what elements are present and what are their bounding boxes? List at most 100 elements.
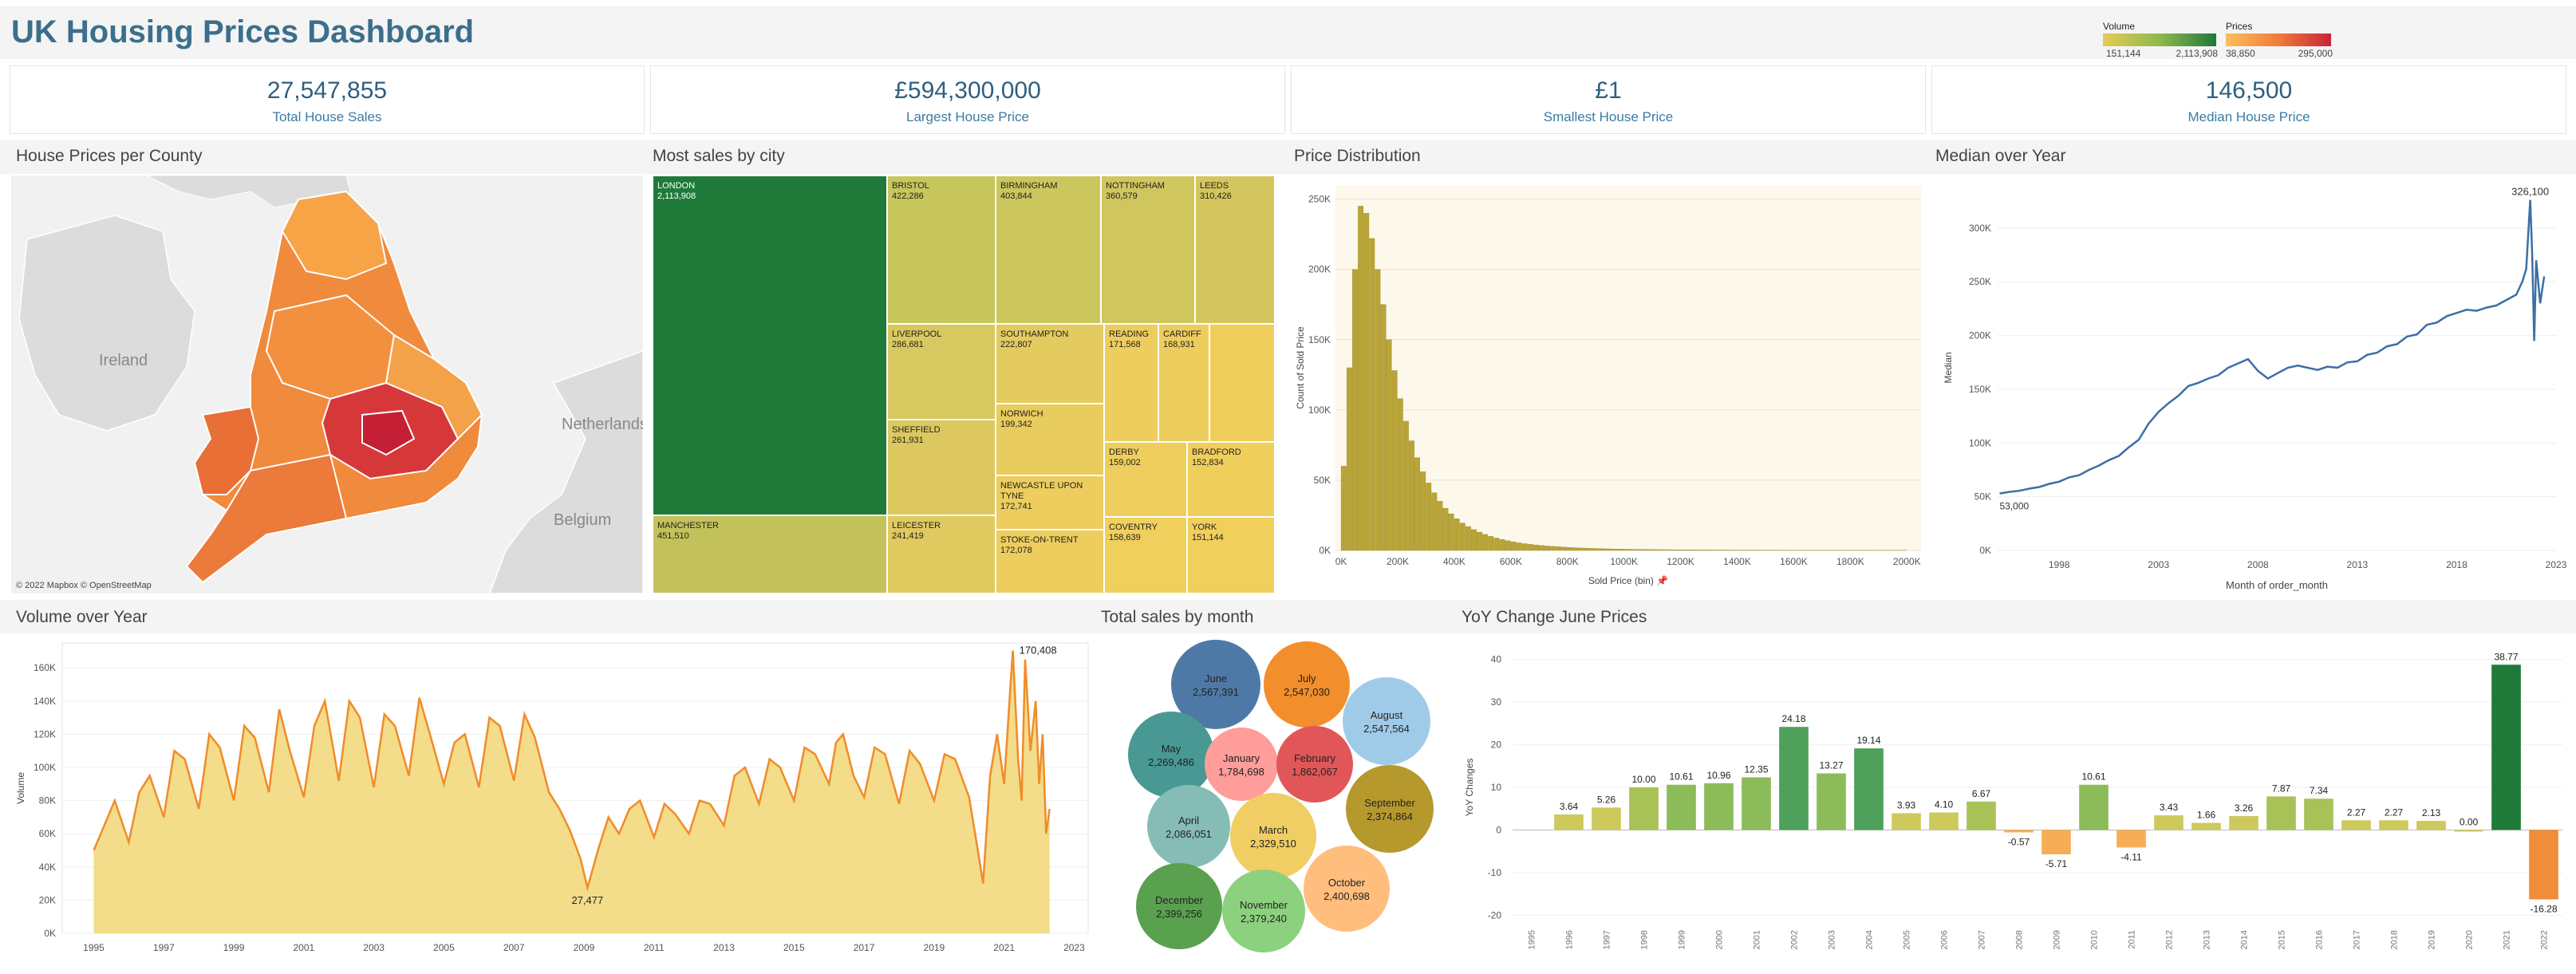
treemap-value: 168,931 — [1163, 340, 1195, 349]
histogram-bar — [1477, 531, 1482, 551]
bubble-value: 2,086,051 — [1166, 828, 1212, 840]
yoy-data-label: 7.87 — [2272, 783, 2291, 794]
y-tick-label: 0 — [1496, 824, 1501, 835]
x-tick-label: 1996 — [1565, 930, 1575, 949]
yoy-data-label: -4.11 — [2120, 851, 2142, 862]
x-tick-label: 2014 — [2240, 930, 2250, 949]
y-axis-label: YoY Changes — [1464, 759, 1475, 817]
treemap-title: Most sales by city — [653, 147, 785, 165]
y-tick-label: 150K — [1308, 334, 1331, 345]
yoy-bar — [1929, 812, 1959, 830]
bubble-value: 2,379,240 — [1241, 913, 1287, 925]
bubble-label: January — [1223, 752, 1260, 764]
bubble-label: February — [1294, 752, 1336, 764]
row1-header-bar — [0, 140, 2576, 174]
bubble-september — [1346, 765, 1434, 853]
x-tick-label: 2019 — [2428, 930, 2437, 949]
bubble-label: March — [1259, 824, 1288, 836]
treemap-label: STOKE-ON-TRENT — [1000, 535, 1079, 545]
x-tick-label: 2004 — [1865, 930, 1875, 949]
histogram-bar — [1454, 519, 1460, 551]
treemap-value: 172,078 — [1000, 546, 1032, 555]
yoy-bar — [2229, 816, 2258, 830]
median-over-year-chart[interactable]: 0K 50K 100K 150K 200K 250K 300K 1998 2003 2008 201… — [1934, 175, 2569, 593]
histogram-bar — [1488, 536, 1494, 551]
treemap-label: LONDON — [657, 181, 695, 191]
bubble-label: April — [1178, 814, 1199, 826]
y-tick-label: 20 — [1491, 739, 1502, 751]
histogram-bar — [1380, 304, 1387, 551]
distribution-svg: 0K 50K 100K 150K 200K 250K 0K 200K 400K 600K 800K 1… — [1295, 185, 1921, 586]
price-distribution-chart[interactable]: 0K 50K 100K 150K 200K 250K 0K 200K 400K 600K 800K 1… — [1291, 175, 1929, 593]
yoy-data-label: -16.28 — [2530, 903, 2557, 914]
bubble-label: November — [1240, 899, 1288, 911]
county-map[interactable]: Ireland Netherlands Belgium © 2022 Mapbo… — [11, 175, 643, 593]
histogram-bar — [1482, 534, 1489, 551]
histogram-bar — [1612, 549, 1619, 551]
treemap-label: NOTTINGHAM — [1106, 181, 1165, 191]
histogram-bar — [1375, 269, 1381, 551]
y-tick-label: 80K — [39, 795, 56, 806]
months-title: Total sales by month — [1101, 608, 1254, 626]
yoy-data-label: 19.14 — [1856, 735, 1880, 746]
treemap-label: SOUTHAMPTON — [1000, 329, 1068, 339]
volume-legend-label: Volume — [2103, 21, 2136, 32]
treemap-label: CARDIFF — [1163, 329, 1201, 339]
yoy-change-chart[interactable]: -20 -10 0 10 20 30 40 1995 3.64 1996 5.26 1997 10.00… — [1458, 635, 2569, 965]
yoy-data-label: 7.34 — [2310, 785, 2329, 796]
x-tick-label: 0K — [1335, 556, 1347, 567]
treemap-value: 403,844 — [1000, 191, 1032, 201]
x-tick-label: 1800K — [1836, 556, 1864, 567]
treemap-value: 241,419 — [892, 531, 924, 541]
y-tick-label: 40 — [1491, 654, 1502, 665]
yoy-data-label: 24.18 — [1781, 713, 1805, 724]
histogram-bar — [1431, 492, 1438, 551]
x-tick-label: 2012 — [2165, 930, 2175, 949]
yoy-data-label: 3.93 — [1897, 799, 1916, 810]
x-tick-label: 1995 — [1528, 930, 1537, 949]
y-tick-label: 100K — [34, 762, 56, 773]
x-axis-label: Month of order_month — [2226, 579, 2328, 591]
bubble-february — [1276, 726, 1353, 802]
treemap-value: 451,510 — [657, 531, 689, 541]
x-tick-label: 2013 — [713, 942, 735, 953]
bubble-label: August — [1371, 709, 1403, 721]
yoy-bar — [2529, 830, 2558, 900]
treemap-label: LEEDS — [1200, 181, 1229, 191]
y-tick-label: 250K — [1969, 276, 1991, 287]
y-tick-label: 40K — [39, 862, 56, 873]
yoy-bar — [2041, 830, 2071, 854]
volume-legend-gradient — [2103, 34, 2216, 46]
yoy-data-label: 3.26 — [2235, 802, 2254, 814]
x-tick-label: 1998 — [1640, 930, 1650, 949]
histogram-bar — [1340, 466, 1347, 551]
bubble-march — [1230, 793, 1316, 879]
city-treemap[interactable]: LONDON 2,113,908 MANCHESTER 451,510 BRISTOL 4… — [652, 175, 1276, 594]
annotation-max: 326,100 — [2511, 186, 2549, 198]
x-tick-label: 2017 — [2353, 930, 2362, 949]
treemap-value: 171,568 — [1109, 340, 1141, 349]
x-tick-label: 2005 — [1903, 930, 1912, 949]
bubble-value: 2,269,486 — [1148, 756, 1194, 768]
sales-by-month-chart[interactable]: June 2,567,391 July 2,547,030 August 2,547,56… — [1101, 635, 1452, 965]
volume-over-year-chart[interactable]: 0K 20K 40K 60K 80K 100K 120K 140K 160K 1995 1997 19… — [11, 635, 1095, 965]
bubble-value: 1,862,067 — [1292, 766, 1338, 778]
x-tick-label: 2011 — [2128, 930, 2137, 949]
map-label-belgium: Belgium — [554, 511, 611, 529]
x-tick-label: 1997 — [153, 942, 175, 953]
x-tick-label: 2003 — [1828, 930, 1837, 949]
yoy-bar — [2491, 664, 2521, 830]
treemap-label: YORK — [1192, 522, 1217, 532]
kpi-value: 146,500 — [2205, 77, 2293, 104]
y-axis-label: Volume — [15, 772, 26, 804]
page-title: UK Housing Prices Dashboard — [11, 14, 475, 49]
bubble-july — [1264, 641, 1350, 728]
treemap-label: COVENTRY — [1109, 522, 1158, 532]
y-tick-label: 250K — [1308, 194, 1331, 205]
bubble-label: December — [1155, 894, 1204, 906]
yoy-bar — [1704, 783, 1734, 830]
histogram-bar — [1459, 522, 1466, 551]
histogram-bar — [1448, 514, 1454, 551]
treemap-svg: LONDON2,113,908MANCHESTER451,510BRISTOL4… — [652, 175, 1276, 594]
row2-header-bar — [0, 600, 2576, 633]
